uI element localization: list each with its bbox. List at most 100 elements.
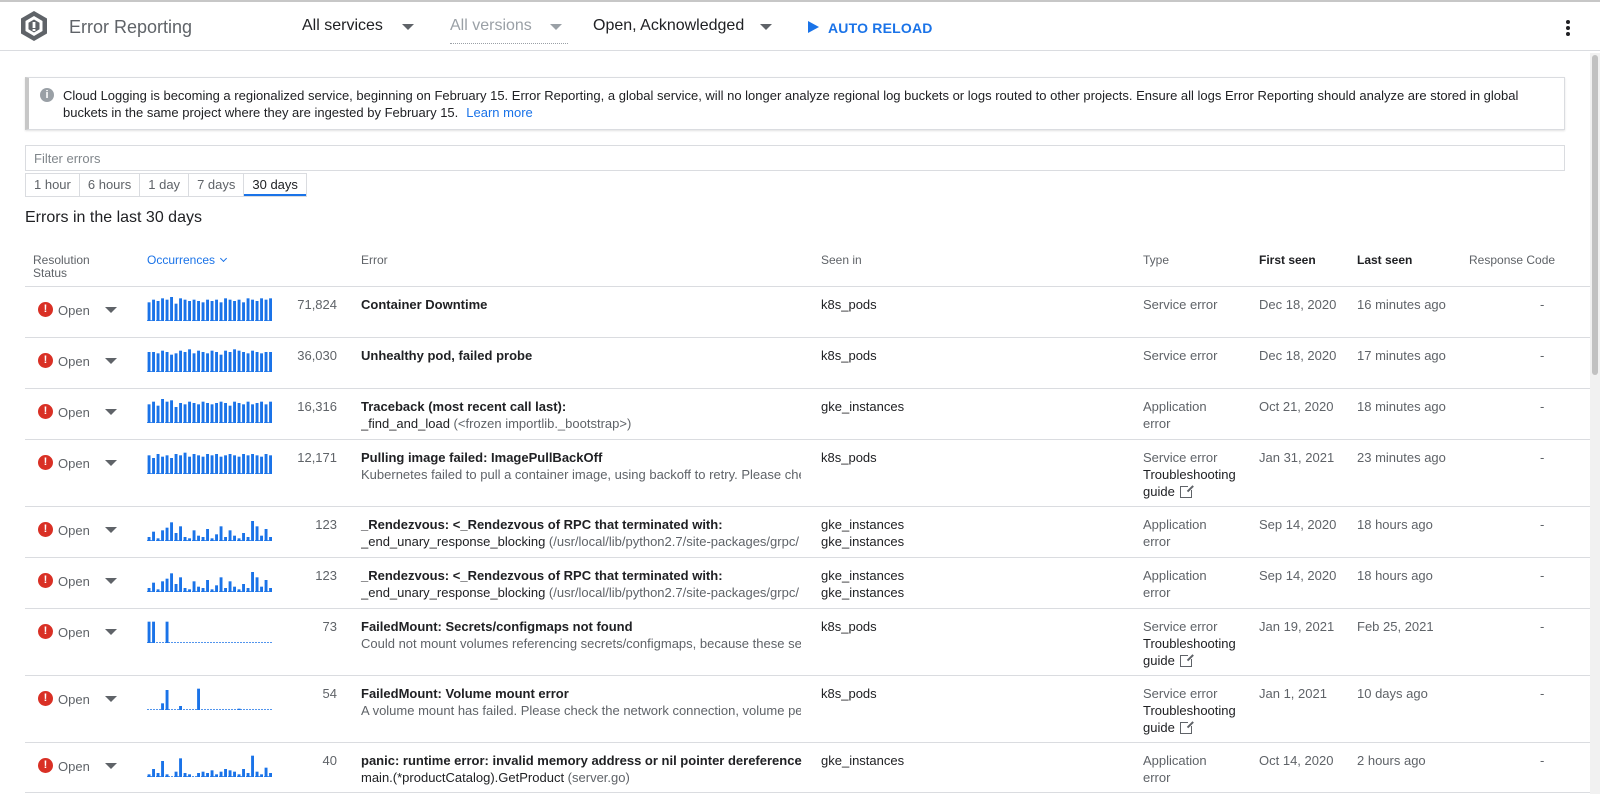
column-response-code[interactable]: Response Code <box>1469 254 1555 267</box>
sparkline-bar <box>224 588 227 592</box>
sparkline-bar <box>197 455 200 474</box>
error-type-line1: Application <box>1143 399 1207 414</box>
table-row[interactable]: ! Open 12,171 Pulling image failed: ImagePu… <box>25 440 1590 507</box>
sparkline-bar <box>161 298 164 321</box>
column-occurrences[interactable]: Occurrences <box>147 253 228 267</box>
sparkline-bar <box>206 299 209 321</box>
sparkline-bar <box>201 401 205 423</box>
seen-in-secondary: gke_instances <box>821 534 905 549</box>
sparkline-bar <box>210 350 214 372</box>
scrollbar-thumb[interactable] <box>1592 55 1598 375</box>
column-last-seen[interactable]: Last seen <box>1357 254 1412 267</box>
table-row[interactable]: ! Open 123 _Rendezvous: <_Rendezvous of RPC… <box>25 558 1590 609</box>
sparkline-bar <box>210 589 214 592</box>
error-title-link[interactable]: FailedMount: Volume mount error <box>361 685 569 702</box>
column-type[interactable]: Type <box>1143 254 1169 267</box>
sparkline-bar <box>147 588 151 592</box>
page-scrollbar[interactable] <box>1590 53 1600 794</box>
error-title-link[interactable]: Traceback (most recent call last): <box>361 398 566 415</box>
sparkline-bar <box>197 350 200 372</box>
error-title-link[interactable]: panic: runtime error: invalid memory add… <box>361 752 802 769</box>
range-1-hour[interactable]: 1 hour <box>26 174 80 196</box>
error-title-link[interactable]: Container Downtime <box>361 296 487 313</box>
sparkline-bar <box>228 299 232 321</box>
column-resolution-status[interactable]: Resolution Status <box>33 254 90 280</box>
first-seen: Oct 14, 2020 <box>1259 753 1334 768</box>
error-type-line1: Application <box>1143 517 1207 532</box>
status-dropdown-chevron-icon[interactable] <box>105 696 117 702</box>
sparkline-bar <box>147 302 151 321</box>
error-title-link[interactable]: FailedMount: Secrets/configmaps not foun… <box>361 618 633 635</box>
status-dropdown-chevron-icon[interactable] <box>105 527 117 533</box>
services-select-label: All services <box>302 17 383 34</box>
status-dropdown-chevron-icon[interactable] <box>105 578 117 584</box>
sparkline-bar <box>237 456 241 474</box>
error-title-link[interactable]: _Rendezvous: <_Rendezvous of RPC that te… <box>361 516 723 533</box>
troubleshooting-guide-link[interactable]: Troubleshooting guide <box>1143 635 1243 669</box>
sparkline-bar <box>152 531 155 541</box>
column-occurrences-label: Occurrences <box>147 253 216 267</box>
error-title-link[interactable]: _Rendezvous: <_Rendezvous of RPC that te… <box>361 567 723 584</box>
status-dropdown-chevron-icon[interactable] <box>105 358 117 364</box>
table-row[interactable]: ! Open 16,316 Traceback (most recent call l… <box>25 389 1590 440</box>
troubleshooting-guide-link[interactable]: Troubleshooting guide <box>1143 466 1243 500</box>
regionalization-notice: i Cloud Logging is becoming a regionaliz… <box>25 77 1565 130</box>
troubleshooting-guide-link[interactable]: Troubleshooting guide <box>1143 702 1243 736</box>
status-dropdown-chevron-icon[interactable] <box>105 460 117 466</box>
sparkline-bar <box>224 537 227 541</box>
error-type: Application error <box>1143 752 1243 786</box>
range-30-days[interactable]: 30 days <box>244 174 306 196</box>
first-seen: Sep 14, 2020 <box>1259 517 1337 532</box>
sparkline-bar <box>260 535 263 541</box>
auto-reload-button[interactable]: AUTO RELOAD <box>808 20 933 36</box>
range-7-days[interactable]: 7 days <box>189 174 245 196</box>
error-type-line1: Service error <box>1143 686 1218 701</box>
error-type: Service error <box>1143 296 1243 313</box>
sparkline-bar <box>215 585 218 592</box>
more-options-icon[interactable] <box>1564 20 1572 38</box>
sparkline-bar <box>165 401 169 423</box>
versions-select[interactable]: All versions <box>450 17 568 44</box>
status-filter-select[interactable]: Open, Acknowledged <box>593 17 772 43</box>
table-row[interactable]: ! Open 36,030 Unhealthy pod, failed probe k8… <box>25 338 1590 389</box>
services-select[interactable]: All services <box>302 17 414 43</box>
seen-in: gke_instances <box>821 568 905 583</box>
status-dropdown-chevron-icon[interactable] <box>105 629 117 635</box>
sparkline-bar <box>192 403 196 423</box>
error-detail-path: (/usr/local/lib/python2.7/site-packages/… <box>545 534 799 549</box>
error-title-link[interactable]: Unhealthy pod, failed probe <box>361 347 532 364</box>
sparkline-bar <box>242 404 245 423</box>
learn-more-link[interactable]: Learn more <box>466 105 532 120</box>
sparkline-bar <box>219 456 223 474</box>
table-row[interactable]: ! Open 71,824 Container Downtime k8s_pods Ser… <box>25 287 1590 338</box>
range-6-hours[interactable]: 6 hours <box>80 174 141 196</box>
table-row[interactable]: ! Open 73 FailedMount: Secrets/configmaps n… <box>25 609 1590 676</box>
status-dropdown-chevron-icon[interactable] <box>105 307 117 313</box>
sparkline-bar <box>210 770 214 777</box>
status-dropdown-chevron-icon[interactable] <box>105 409 117 415</box>
error-detail: _end_unary_response_blocking (/usr/local… <box>361 533 801 550</box>
table-row[interactable]: ! Open 54 FailedMount: Volume mount error A … <box>25 676 1590 743</box>
sparkline-bar <box>233 301 236 321</box>
status-dropdown-chevron-icon[interactable] <box>105 763 117 769</box>
sparkline-bar <box>210 301 214 321</box>
range-1-day[interactable]: 1 day <box>140 174 190 196</box>
error-detail-text: main.(*productCatalog). <box>361 770 499 785</box>
sparkline-bar <box>224 298 227 321</box>
sparkline-bar <box>165 455 169 474</box>
column-error[interactable]: Error <box>361 254 388 267</box>
seen-in: k8s_pods <box>821 348 877 363</box>
filter-errors-input[interactable] <box>25 145 1565 171</box>
table-row[interactable]: ! Open 123 _Rendezvous: <_Rendezvous of RPC… <box>25 507 1590 558</box>
column-first-seen[interactable]: First seen <box>1259 254 1316 267</box>
resolution-status: Open <box>58 456 90 471</box>
column-seen-in[interactable]: Seen in <box>821 254 862 267</box>
sparkline-bar <box>170 400 173 423</box>
occurrence-count: 12,171 <box>297 450 337 465</box>
sparkline-bar <box>174 407 178 423</box>
error-status-icon: ! <box>38 624 53 639</box>
notice-text: Cloud Logging is becoming a regionalized… <box>63 87 1558 121</box>
sparkline-bar <box>179 526 182 541</box>
error-title-link[interactable]: Pulling image failed: ImagePullBackOff <box>361 449 602 466</box>
table-row[interactable]: ! Open 40 panic: runtime error: invalid mem… <box>25 743 1590 793</box>
